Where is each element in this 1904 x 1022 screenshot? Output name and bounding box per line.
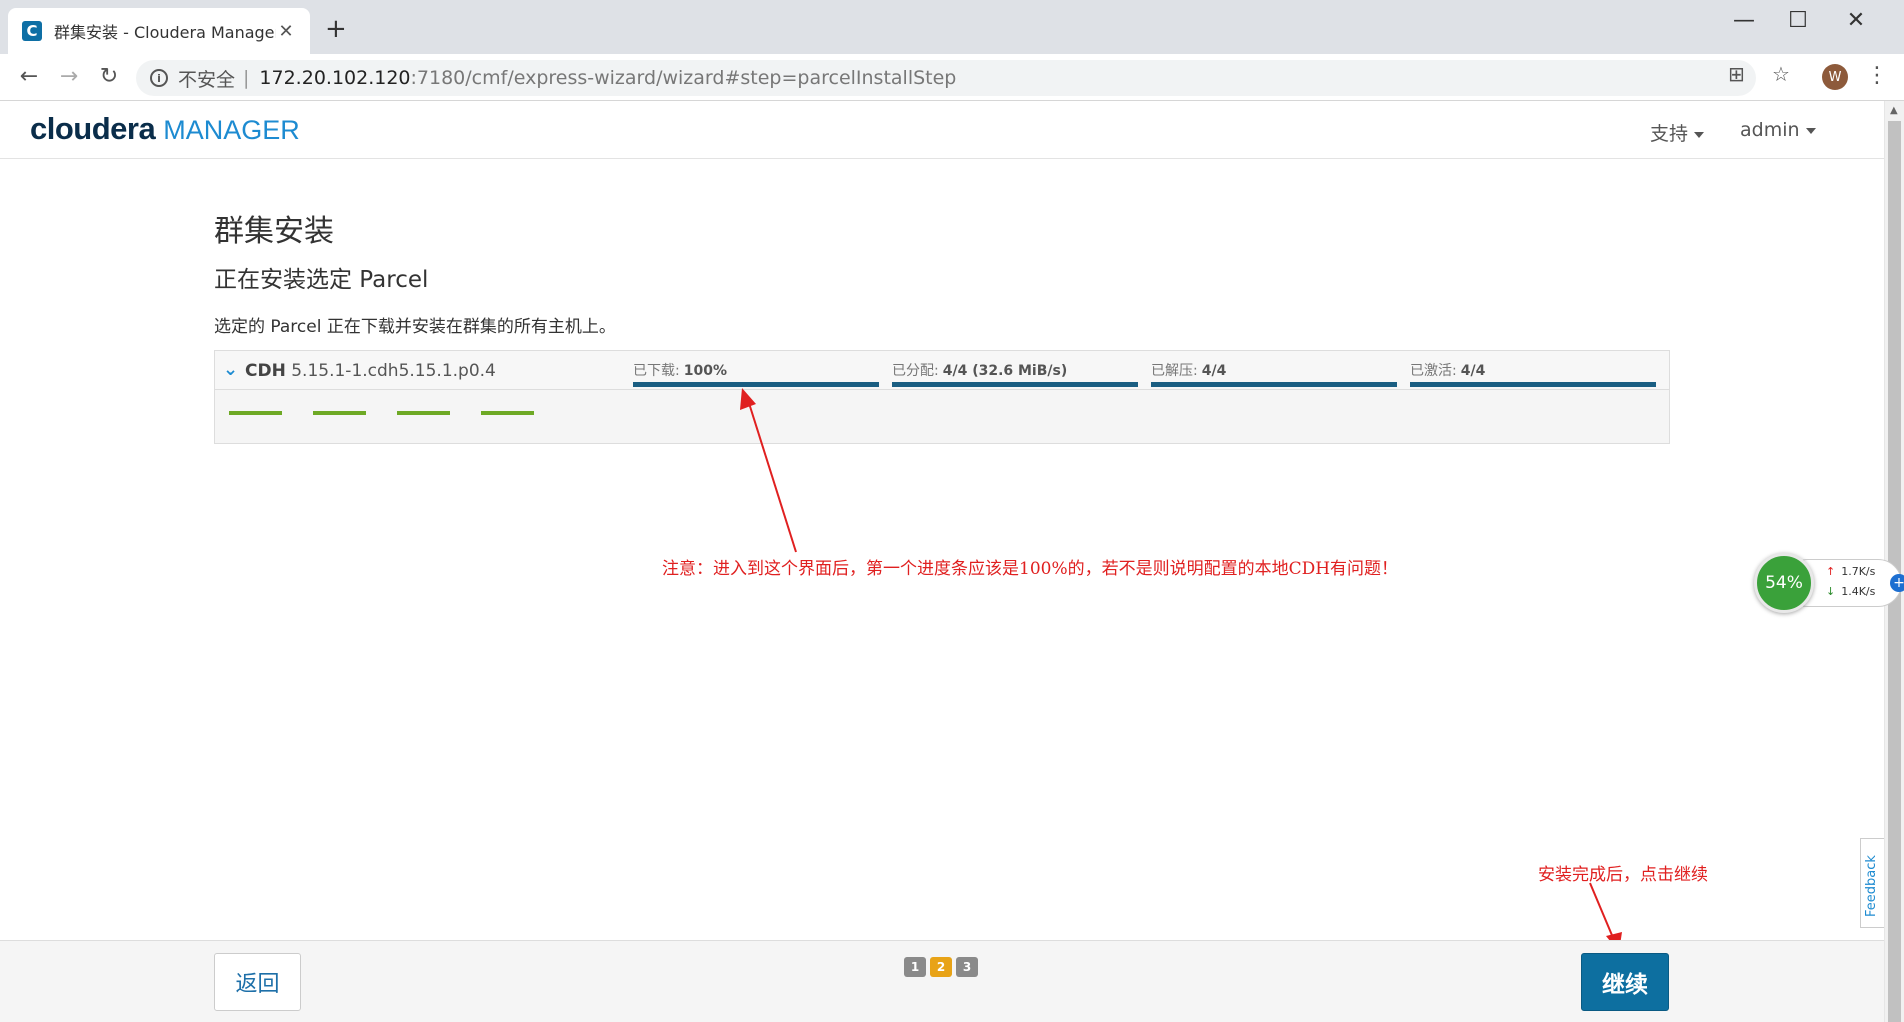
download-speed: ↓ 1.4K/s bbox=[1826, 585, 1876, 598]
upload-speed: ↑ 1.7K/s bbox=[1826, 565, 1876, 578]
wizard-footer: 返回 1 2 3 继续 bbox=[0, 940, 1884, 1022]
wizard-step-2[interactable]: 2 bbox=[930, 957, 952, 977]
annotation-note-continue: 安装完成后，点击继续 bbox=[1538, 865, 1708, 885]
upload-arrow-icon: ↑ bbox=[1826, 565, 1836, 578]
feedback-label: Feedback bbox=[1864, 855, 1879, 917]
annotation-arrow-2 bbox=[1589, 882, 1615, 941]
continue-button[interactable]: 继续 bbox=[1581, 953, 1669, 1011]
back-button[interactable]: 返回 bbox=[214, 953, 301, 1011]
wizard-step-1[interactable]: 1 bbox=[904, 957, 926, 977]
plus-icon[interactable]: + bbox=[1890, 574, 1904, 592]
annotation-arrow-1 bbox=[747, 399, 797, 553]
download-arrow-icon: ↓ bbox=[1826, 585, 1836, 598]
wizard-step-3[interactable]: 3 bbox=[956, 957, 978, 977]
annotation-arrowhead-1 bbox=[740, 388, 756, 410]
wizard-steps: 1 2 3 bbox=[904, 957, 978, 977]
annotation-note-progress: 注意：进入到这个界面后，第一个进度条应该是100%的，若不是则说明配置的本地CD… bbox=[662, 559, 1399, 579]
speed-percent-circle: 54% bbox=[1754, 553, 1814, 613]
network-speed-widget[interactable]: 54% ↑ 1.7K/s ↓ 1.4K/s + bbox=[1754, 553, 1904, 613]
feedback-tab[interactable]: Feedback bbox=[1860, 838, 1884, 928]
